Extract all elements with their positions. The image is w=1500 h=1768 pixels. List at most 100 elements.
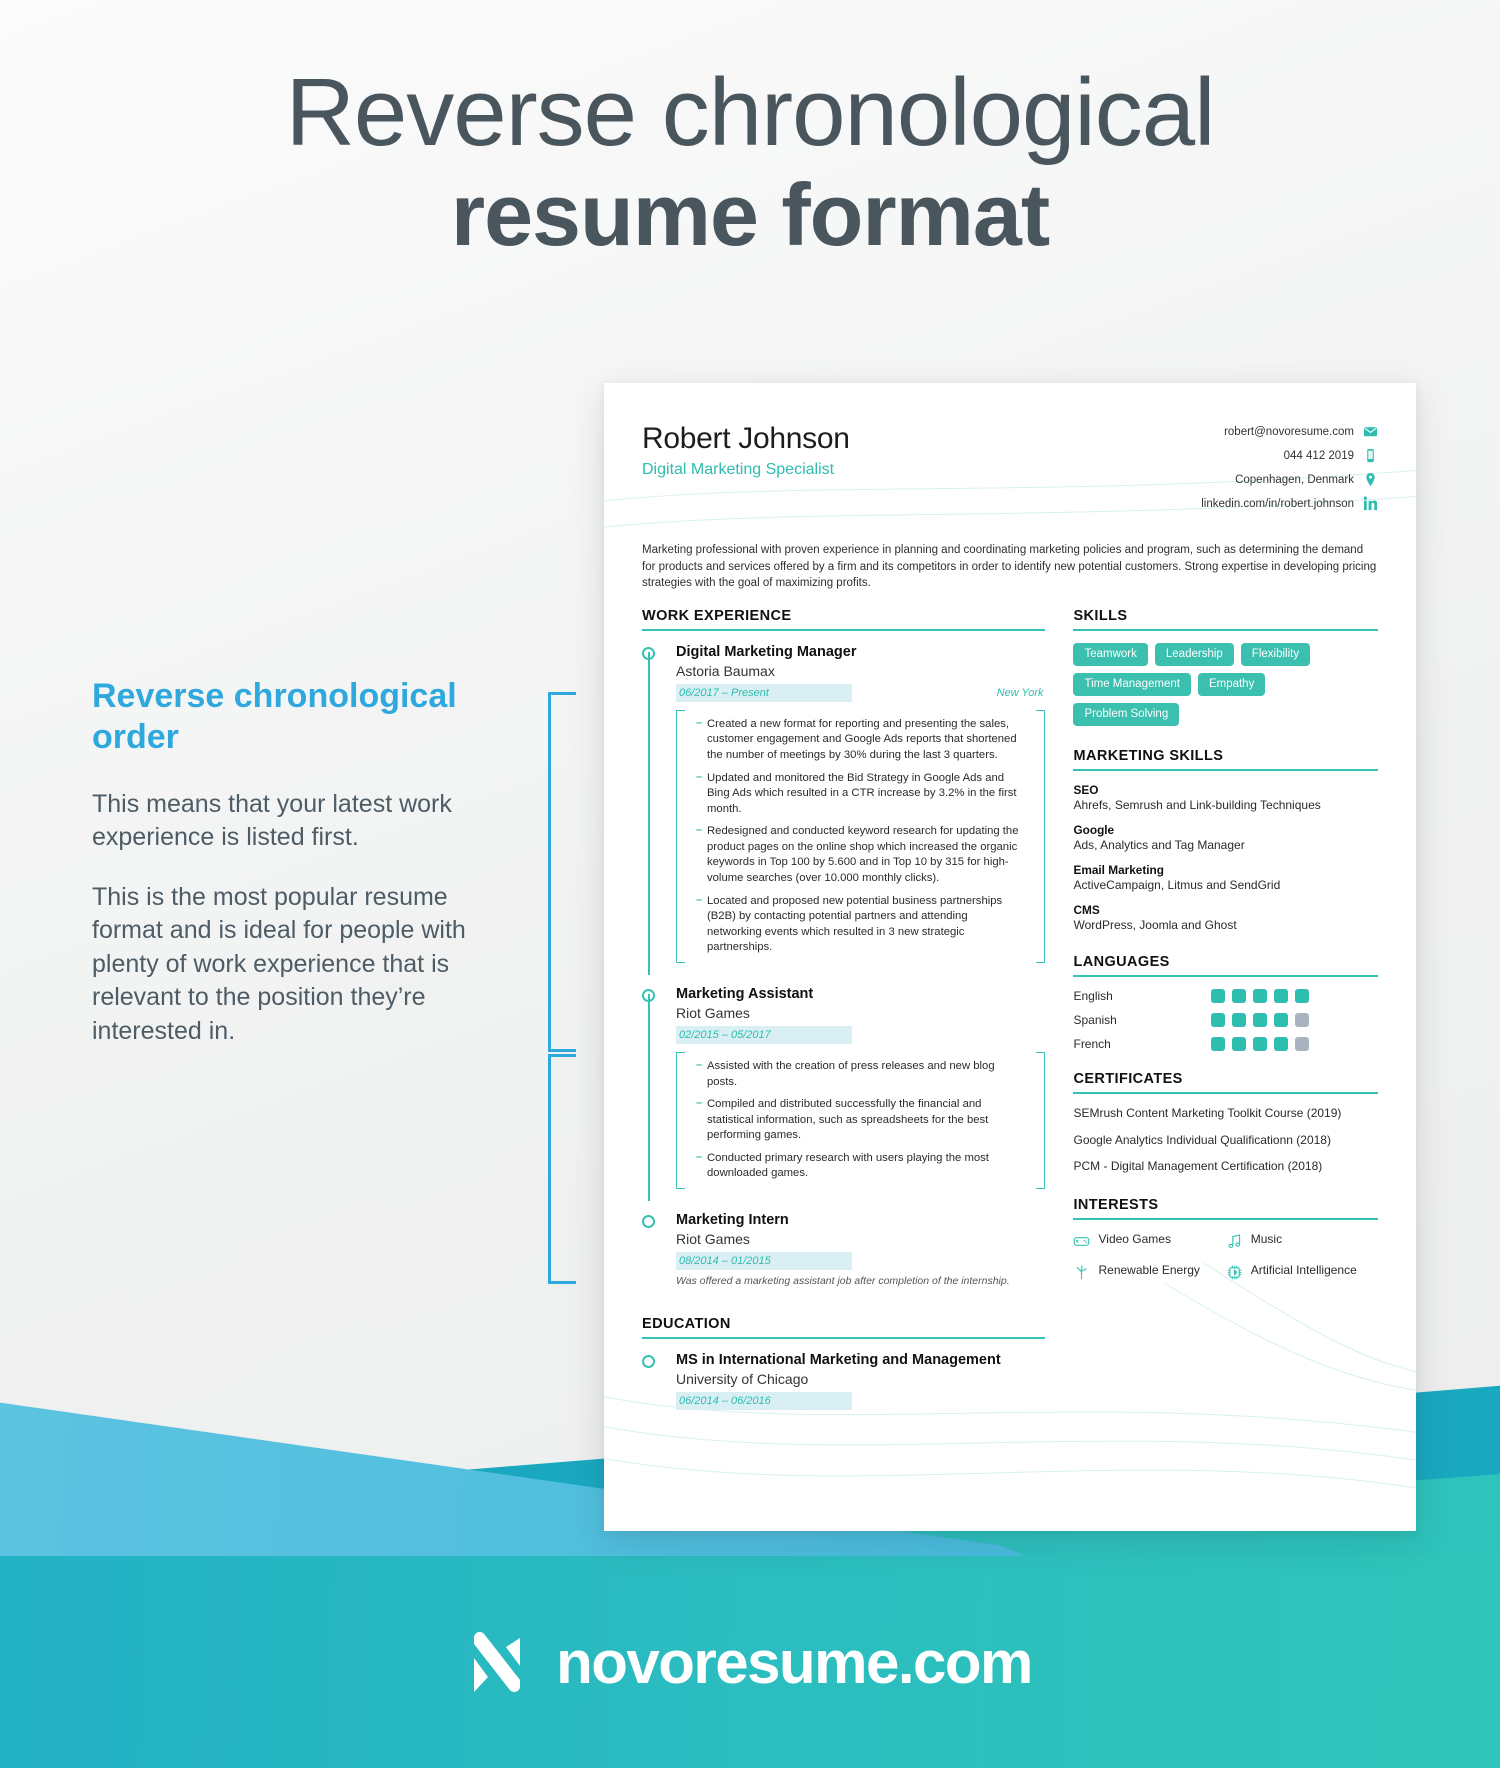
- job-company: Astoria Baumax: [676, 662, 775, 679]
- job-role: Marketing Intern: [676, 1212, 789, 1229]
- resume-document: Robert Johnson Digital Marketing Special…: [604, 383, 1416, 1531]
- marketing-skill-item: Email Marketing ActiveCampaign, Litmus a…: [1073, 863, 1378, 892]
- job-meta: 06/2017 – Present New York: [676, 683, 1045, 702]
- explainer-heading: Reverse chronological order: [92, 677, 457, 756]
- job-bullet: Conducted primary research with users pl…: [696, 1150, 1021, 1182]
- section-divider: [642, 1337, 1046, 1340]
- section-divider: [1073, 1218, 1378, 1221]
- skill-tag: Problem Solving: [1073, 703, 1180, 727]
- timeline-line: [648, 993, 650, 1202]
- skills-section: SKILLS Teamwork Leadership Flexibility T…: [1073, 608, 1378, 727]
- explainer-block: Reverse chronological order This means t…: [92, 676, 492, 1074]
- resume-header: Robert Johnson Digital Marketing Special…: [642, 422, 1378, 520]
- job-meta: 02/2015 – 05/2017: [676, 1025, 1045, 1044]
- marketing-skill-detail: WordPress, Joomla and Ghost: [1073, 918, 1237, 933]
- contact-location-value: Copenhagen, Denmark: [1235, 473, 1354, 486]
- language-row: Spanish: [1073, 1013, 1378, 1028]
- marketing-skill-name: Google: [1073, 823, 1115, 838]
- contact-location[interactable]: Copenhagen, Denmark: [1201, 472, 1378, 487]
- job-bullet: Located and proposed new potential busin…: [696, 893, 1021, 956]
- timeline-dot-icon: [642, 1215, 655, 1229]
- job-bullet-list: Created a new format for reporting and p…: [676, 716, 1035, 956]
- contact-phone[interactable]: 044 412 2019: [1201, 448, 1378, 463]
- certificate-item: SEMrush Content Marketing Toolkit Course…: [1073, 1106, 1342, 1121]
- education-degree: MS in International Marketing and Manage…: [676, 1352, 1001, 1369]
- contact-list: robert@novoresume.com 044 412 2019 Copen…: [1201, 424, 1378, 520]
- timeline-line: [648, 651, 650, 975]
- connector-bracket-top: [548, 692, 576, 1052]
- skill-tag: Teamwork: [1073, 642, 1148, 666]
- contact-linkedin[interactable]: linkedin.com/in/robert.johnson: [1201, 496, 1378, 511]
- interest-item: Renewable Energy: [1073, 1263, 1225, 1281]
- marketing-skill-item: Google Ads, Analytics and Tag Manager: [1073, 823, 1378, 852]
- job-bullet: Updated and monitored the Bid Strategy i…: [696, 770, 1021, 818]
- language-level-meter: [1211, 1037, 1310, 1052]
- interests-section: INTERESTS Video Games Music Renewable En…: [1073, 1197, 1378, 1294]
- education-heading: EDUCATION: [642, 1316, 731, 1333]
- section-divider: [1073, 975, 1378, 978]
- explainer-paragraph-2: This is the most popular resume format a…: [92, 882, 466, 1045]
- linkedin-icon: [1363, 496, 1378, 511]
- page-title-line1: Reverse chronological: [285, 59, 1216, 166]
- interest-item: Video Games: [1073, 1232, 1225, 1250]
- work-entry: Digital Marketing Manager Astoria Baumax…: [642, 643, 1046, 975]
- level-dot: [1232, 989, 1247, 1004]
- marketing-skill-detail: Ads, Analytics and Tag Manager: [1073, 838, 1245, 853]
- job-bullet-list: Assisted with the creation of press rele…: [676, 1058, 1035, 1182]
- language-name: Spanish: [1073, 1013, 1117, 1028]
- contact-phone-value: 044 412 2019: [1283, 449, 1354, 462]
- level-dot: [1295, 989, 1310, 1004]
- resume-right-column: SKILLS Teamwork Leadership Flexibility T…: [1073, 608, 1378, 1435]
- job-bullets-wrapper: Assisted with the creation of press rele…: [676, 1051, 1046, 1190]
- music-note-icon: [1226, 1233, 1243, 1250]
- bracket-right: [1036, 709, 1046, 963]
- certificate-item: Google Analytics Individual Qualificatio…: [1073, 1132, 1331, 1147]
- interest-label: Video Games: [1098, 1232, 1171, 1247]
- language-row: English: [1073, 989, 1378, 1004]
- footer-brand[interactable]: novoresume.com: [0, 1556, 1500, 1768]
- section-divider: [1073, 1092, 1378, 1095]
- candidate-name: Robert Johnson: [642, 422, 850, 455]
- bracket-left: [676, 709, 685, 963]
- marketing-skill-item: SEO Ahrefs, Semrush and Link-building Te…: [1073, 783, 1378, 812]
- job-meta: 08/2014 – 01/2015: [676, 1252, 1045, 1271]
- resume-body: WORK EXPERIENCE Digital Marketing Manage…: [642, 608, 1378, 1435]
- languages-heading: LANGUAGES: [1073, 954, 1170, 971]
- contact-linkedin-value: linkedin.com/in/robert.johnson: [1201, 497, 1354, 510]
- level-dot: [1211, 1037, 1226, 1052]
- job-role: Marketing Assistant: [676, 985, 814, 1002]
- job-bullet: Assisted with the creation of press rele…: [696, 1058, 1021, 1090]
- work-experience-heading: WORK EXPERIENCE: [642, 607, 792, 624]
- marketing-skill-name: CMS: [1073, 903, 1100, 918]
- skill-tag: Flexibility: [1240, 642, 1311, 666]
- infographic-page: Reverse chronological resume format Reve…: [0, 0, 1500, 1768]
- interest-item: Music: [1226, 1232, 1378, 1250]
- skill-tag: Leadership: [1154, 642, 1234, 666]
- level-dot: [1211, 989, 1226, 1004]
- job-bullets-wrapper: Created a new format for reporting and p…: [676, 709, 1046, 963]
- education-section: EDUCATION MS in International Marketing …: [642, 1316, 1046, 1416]
- level-dot: [1274, 1013, 1289, 1028]
- languages-section: LANGUAGES English Spanish French: [1073, 954, 1378, 1052]
- level-dot: [1274, 989, 1289, 1004]
- skills-heading: SKILLS: [1073, 607, 1128, 624]
- candidate-job-title: Digital Marketing Specialist: [642, 461, 835, 478]
- skill-tag: Empathy: [1197, 672, 1266, 697]
- interest-label: Artificial Intelligence: [1250, 1263, 1357, 1278]
- job-bullet: Created a new format for reporting and p…: [696, 716, 1021, 764]
- phone-icon: [1363, 448, 1378, 463]
- interests-heading: INTERESTS: [1073, 1197, 1159, 1214]
- job-note: Was offered a marketing assistant job af…: [676, 1275, 1010, 1288]
- connector-bracket-bottom: [548, 1054, 576, 1284]
- contact-email-value: robert@novoresume.com: [1224, 425, 1354, 438]
- contact-email[interactable]: robert@novoresume.com: [1201, 424, 1378, 439]
- level-dot: [1295, 1037, 1310, 1052]
- work-entry: Marketing Assistant Riot Games 02/2015 –…: [642, 985, 1046, 1202]
- level-dot: [1253, 989, 1268, 1004]
- identity-block: Robert Johnson Digital Marketing Special…: [642, 422, 850, 479]
- section-divider: [1073, 628, 1378, 631]
- education-meta: 06/2014 – 06/2016: [676, 1392, 1045, 1411]
- professional-summary: Marketing professional with proven exper…: [642, 544, 1377, 590]
- skill-tag-list: Teamwork Leadership Flexibility Time Man…: [1073, 642, 1378, 727]
- job-date: 08/2014 – 01/2015: [676, 1252, 852, 1271]
